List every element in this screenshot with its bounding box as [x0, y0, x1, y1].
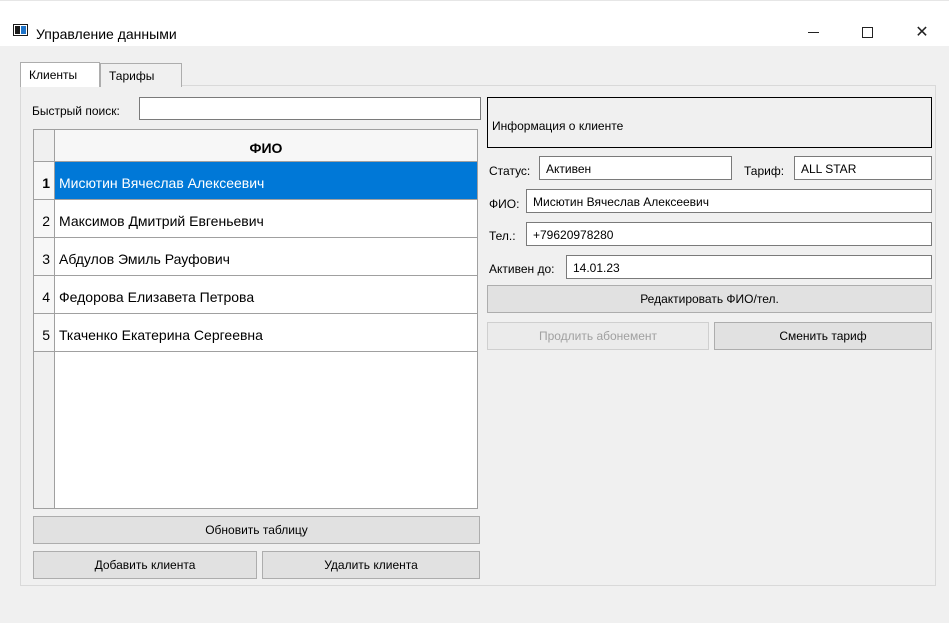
search-label: Быстрый поиск:	[32, 104, 120, 118]
fio-field[interactable]: Мисютин Вячеслав Алексеевич	[526, 189, 932, 213]
close-button[interactable]: ✕	[899, 19, 945, 45]
client-info-heading: Информация о клиенте	[487, 97, 932, 148]
window-title: Управление данными	[36, 26, 177, 42]
table-corner[interactable]	[34, 130, 55, 162]
close-icon: ✕	[915, 24, 929, 41]
column-header-fio[interactable]: ФИО	[55, 130, 477, 162]
active-until-field[interactable]: 14.01.23	[566, 255, 932, 279]
add-client-button[interactable]: Добавить клиента	[33, 551, 257, 579]
tab-tariffs[interactable]: Тарифы	[100, 63, 182, 87]
active-until-label: Активен до:	[489, 262, 555, 276]
title-bar: Управление данными ✕	[0, 0, 949, 46]
change-tariff-button[interactable]: Сменить тариф	[714, 322, 932, 350]
row-header[interactable]: 4	[34, 276, 55, 314]
minimize-button[interactable]	[790, 19, 836, 45]
app-icon	[13, 24, 28, 36]
row-header[interactable]: 3	[34, 238, 55, 276]
table-row[interactable]: Федорова Елизавета Петрова	[55, 276, 477, 314]
refresh-table-button[interactable]: Обновить таблицу	[33, 516, 480, 544]
status-field[interactable]: Активен	[539, 156, 732, 180]
edit-fio-phone-button[interactable]: Редактировать ФИО/тел.	[487, 285, 932, 313]
status-label: Статус:	[489, 164, 531, 178]
maximize-button[interactable]	[844, 19, 890, 45]
maximize-icon	[861, 26, 873, 38]
fio-label: ФИО:	[489, 197, 520, 211]
clients-table[interactable]: ФИО 1 Мисютин Вячеслав Алексеевич 2 Максимо…	[33, 129, 478, 509]
tab-clients[interactable]: Клиенты	[20, 62, 100, 87]
table-row[interactable]: Максимов Дмитрий Евгеньевич	[55, 200, 477, 238]
minimize-icon	[807, 31, 819, 33]
table-row[interactable]: Мисютин Вячеслав Алексеевич	[55, 162, 477, 200]
extend-subscription-button[interactable]: Продлить абонемент	[487, 322, 709, 350]
table-row[interactable]: Ткаченко Екатерина Сергеевна	[55, 314, 477, 352]
tariff-field[interactable]: ALL STAR	[794, 156, 932, 180]
row-header[interactable]: 5	[34, 314, 55, 352]
row-header[interactable]: 1	[34, 162, 55, 200]
phone-field[interactable]: +79620978280	[526, 222, 932, 246]
delete-client-button[interactable]: Удалить клиента	[262, 551, 480, 579]
search-input[interactable]	[139, 97, 481, 120]
tariff-label: Тариф:	[744, 164, 785, 178]
phone-label: Тел.:	[489, 229, 516, 243]
table-row[interactable]: Абдулов Эмиль Рауфович	[55, 238, 477, 276]
row-header[interactable]: 2	[34, 200, 55, 238]
